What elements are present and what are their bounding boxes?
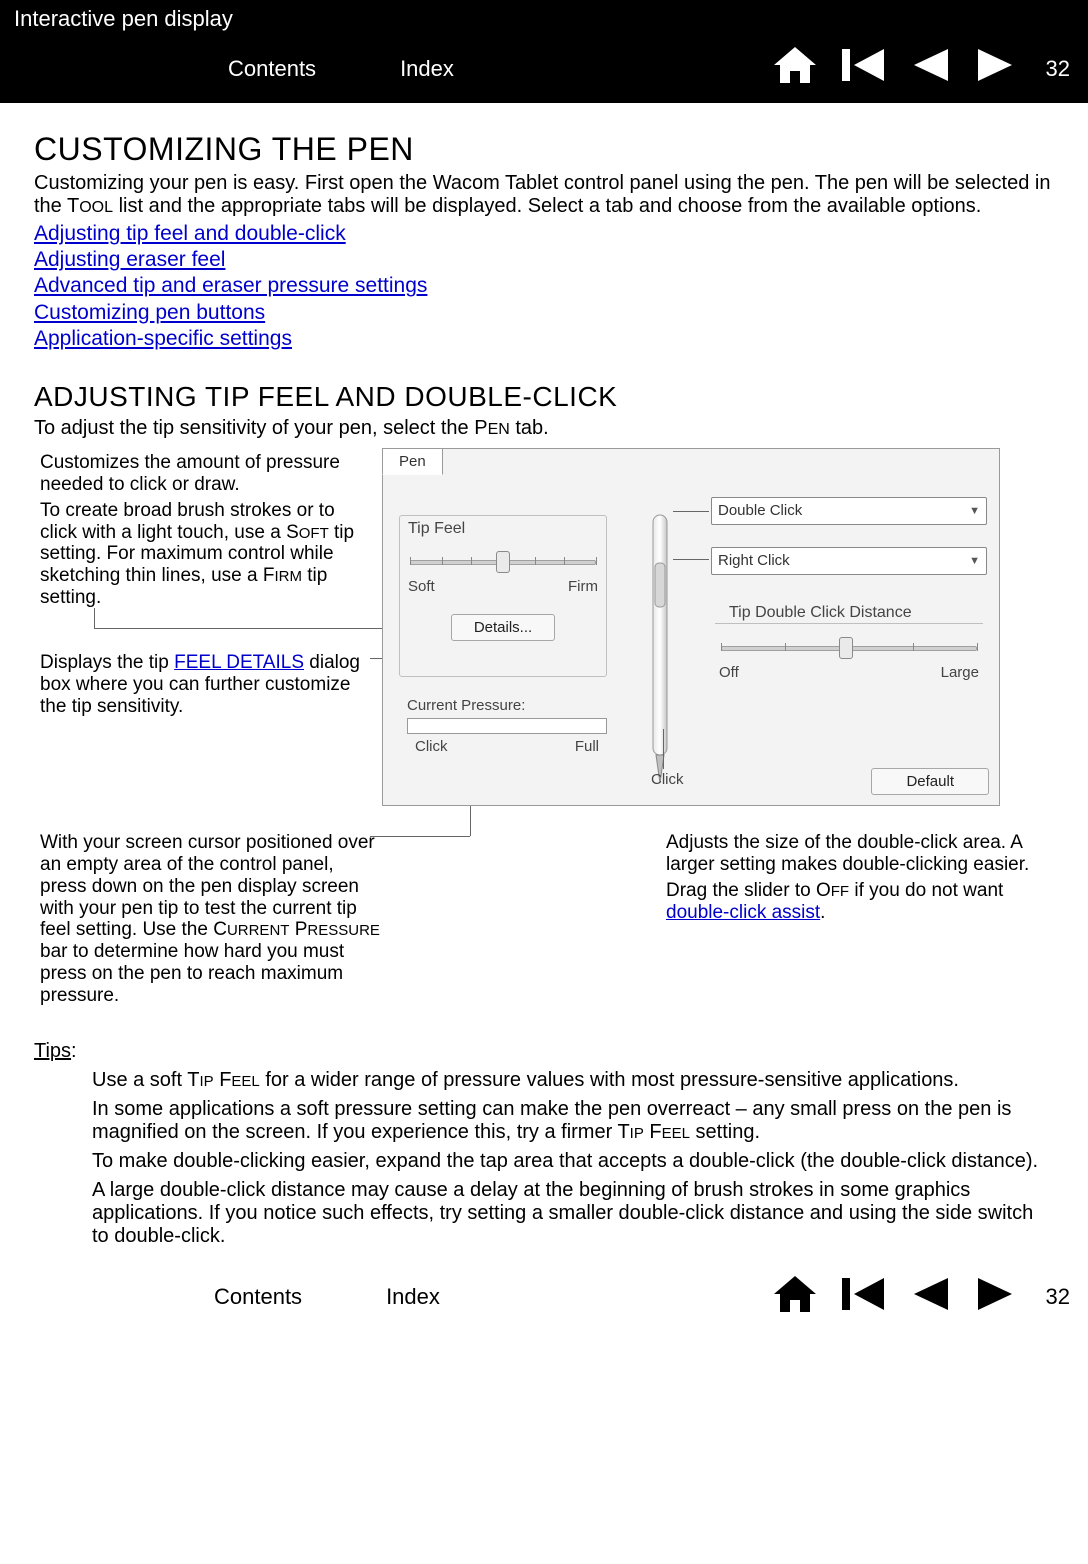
header-title: Interactive pen display [14,6,1088,39]
callout-feel-details: Displays the tip FEEL DETAILS dialog box… [40,648,370,722]
leader-line [370,836,470,837]
default-button[interactable]: Default [871,768,989,795]
tdcd-label: Tip Double Click Distance [723,604,918,622]
tdcd-slider[interactable] [721,634,977,664]
section1-intro: Customizing your pen is easy. First open… [34,172,1054,218]
chevron-down-icon: ▼ [969,505,980,518]
diagram-area: Customizes the amount of pressure needed… [34,448,1054,908]
home-icon[interactable] [772,1274,818,1320]
section-title-customizing: CUSTOMIZING THE PEN [34,131,1054,168]
double-click-assist-link[interactable]: double-click assist [666,902,820,923]
tip-2: In some applications a soft pressure set… [92,1098,1054,1144]
first-page-icon[interactable] [840,1274,886,1320]
home-icon[interactable] [772,45,818,91]
contents-link-footer[interactable]: Contents [214,1284,362,1309]
pen-illustration [647,507,673,787]
tip-feel-label: Tip Feel [400,516,606,542]
large-label: Large [941,664,979,681]
page-number: 32 [1040,56,1070,81]
click-label: Click [415,738,448,755]
first-page-icon[interactable] [840,45,886,91]
toc-link-app-specific[interactable]: Application-specific settings [34,327,1054,351]
pen-tab[interactable]: Pen [382,448,443,475]
toc-link-eraser-feel[interactable]: Adjusting eraser feel [34,248,1054,272]
current-pressure-group: Current Pressure: Click Full [407,697,607,756]
toc-link-advanced[interactable]: Advanced tip and eraser pressure setting… [34,274,1054,298]
tip-1: Use a soft TIP FEEL for a wider range of… [92,1069,1054,1092]
pen-settings-panel: Pen Tip Feel Soft Firm Details... Current… [382,448,1000,806]
tip-feel-slider[interactable] [410,548,596,578]
upper-button-combo[interactable]: Double Click▼ [711,497,987,525]
page-header: Interactive pen display Contents Index 3… [0,0,1088,103]
callout-double-click-distance: Adjusts the size of the double-click are… [666,828,1046,927]
leader-line [673,511,709,512]
tip-3: To make double-clicking easier, expand t… [92,1150,1054,1173]
full-label: Full [575,738,599,755]
tip-4: A large double-click distance may cause … [92,1179,1054,1248]
callout-current-pressure: With your screen cursor positioned over … [40,828,380,1011]
click-label-2: Click [651,771,684,788]
soft-label: Soft [408,578,435,595]
page-number-footer: 32 [1040,1284,1070,1309]
leader-line [673,559,709,560]
details-button[interactable]: Details... [451,614,555,641]
index-link-footer[interactable]: Index [386,1284,500,1309]
feel-details-link[interactable]: FEEL DETAILS [174,652,304,673]
toc-link-pen-buttons[interactable]: Customizing pen buttons [34,301,1054,325]
page-footer: Contents Index 32 [0,1264,1088,1334]
firm-label: Firm [568,578,598,595]
off-label: Off [719,664,739,681]
callout-tip-pressure: Customizes the amount of pressure needed… [40,448,370,613]
prev-page-icon[interactable] [908,1274,952,1320]
tip-feel-group: Tip Feel Soft Firm Details... [399,515,607,677]
tips-section: Tips: Use a soft TIP FEEL for a wider ra… [34,1040,1054,1248]
index-link[interactable]: Index [400,56,514,81]
lower-button-combo[interactable]: Right Click▼ [711,547,987,575]
chevron-down-icon: ▼ [969,555,980,568]
current-pressure-bar [407,718,607,734]
contents-link[interactable]: Contents [228,56,376,81]
current-pressure-label: Current Pressure: [407,697,607,714]
page-body: CUSTOMIZING THE PEN Customizing your pen… [0,103,1088,1264]
section2-intro: To adjust the tip sensitivity of your pe… [34,417,1054,440]
section-title-adjusting: ADJUSTING TIP FEEL AND DOUBLE-CLICK [34,381,1054,413]
toc-link-tip-feel[interactable]: Adjusting tip feel and double-click [34,222,1054,246]
tips-heading: Tips [34,1040,71,1062]
leader-line [94,608,95,628]
next-page-icon[interactable] [974,1274,1018,1320]
next-page-icon[interactable] [974,45,1018,91]
leader-line [94,628,424,629]
header-nav-row: Contents Index 32 [14,39,1088,103]
tip-double-click-group: Tip Double Click Distance OffLarge [711,613,987,709]
prev-page-icon[interactable] [908,45,952,91]
leader-line [663,729,664,769]
